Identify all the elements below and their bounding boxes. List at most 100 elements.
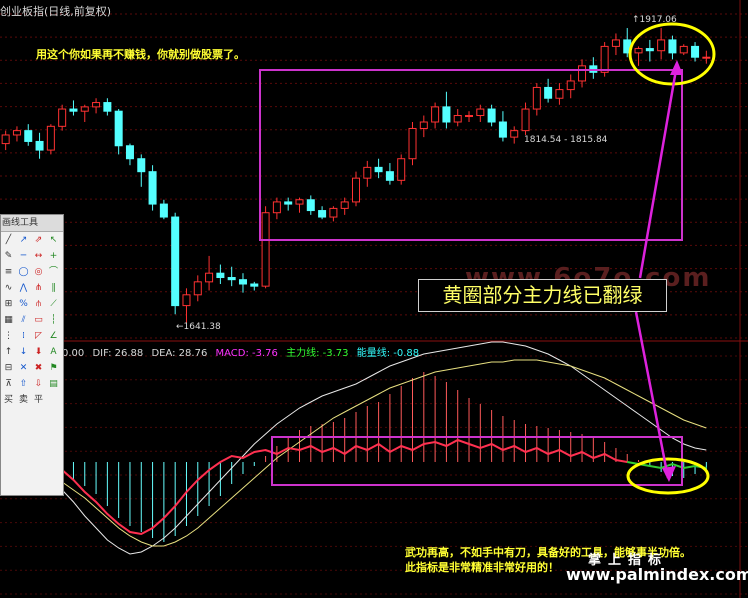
candle-down [103, 102, 112, 112]
candle-up [340, 201, 349, 209]
candle-up [351, 177, 361, 203]
fork-tool-icon[interactable]: ⋔ [31, 280, 46, 296]
toolbox-footer: 买 卖 平 [1, 392, 63, 408]
candle-up [453, 115, 462, 123]
cycle-tool-icon[interactable]: ⋮ [1, 328, 16, 344]
flag-tool-icon[interactable]: ⚑ [46, 360, 61, 376]
sell-mark-tool-icon[interactable]: ⇩ [31, 376, 46, 392]
up-mark-tool-icon[interactable]: ⊼ [1, 376, 16, 392]
buy-mark-tool-icon[interactable]: ⇧ [16, 376, 31, 392]
arc-tool-icon[interactable]: ⌒ [46, 264, 61, 280]
candle-up [80, 106, 89, 112]
wave-tool-icon[interactable]: ∿ [1, 280, 16, 296]
delete-tool-icon[interactable]: ✖ [31, 360, 46, 376]
candle-down [374, 166, 383, 173]
clear-tool-icon[interactable]: ✕ [16, 360, 31, 376]
candle-up [679, 45, 688, 54]
flat-label[interactable]: 平 [31, 392, 46, 408]
table-tool-icon[interactable]: ⊟ [1, 360, 16, 376]
candle-up [419, 121, 428, 129]
candle-up [261, 212, 270, 287]
range-label: 1814.54 - 1815.84 [524, 135, 608, 145]
candle-down [159, 203, 168, 218]
candle-up [465, 115, 474, 118]
candle-down [544, 86, 553, 99]
candle-down [498, 121, 507, 138]
high-price-value: 1917.06 [639, 15, 677, 25]
circle-tool-icon[interactable]: ◯ [16, 264, 31, 280]
line-tool-icon[interactable]: ╱ [1, 232, 16, 248]
drawing-toolbox: 画线工具 ╱ ↗ ⇗ ↖ ✎ ─ ↔ + ≡ ◯ ◎ ⌒ ∿ ⋀ ⋔ ∥ ⊞% ⫛ ⟋ ▦ ⫽ ▭ ┆ ⋮ ⁞ ◸ ∠ ↑ ↓ ⬇ A ⊟ ✕ ✖… [0, 214, 64, 496]
candle-down [125, 145, 134, 160]
candle-up [408, 127, 417, 160]
note-mark-tool-icon[interactable]: ▤ [46, 376, 61, 392]
period-tool-icon[interactable]: ┆ [46, 312, 61, 328]
candle-down [442, 106, 451, 123]
high-price-label: ↑1917.06 [632, 15, 677, 25]
dense-cycle-tool-icon[interactable]: ⁞ [16, 328, 31, 344]
segment-tool-icon[interactable]: ↔ [31, 248, 46, 264]
fibonacci-tool-icon[interactable]: ≡ [1, 264, 16, 280]
arrow-down-head [662, 466, 676, 482]
candle-down [250, 283, 259, 287]
candle-down [227, 277, 236, 281]
ratio-tool-icon[interactable]: % [16, 296, 31, 312]
ray-tool-icon[interactable]: ↗ [16, 232, 31, 248]
fill-arrow-tool-icon[interactable]: ⬇ [31, 344, 46, 360]
candle-up [431, 106, 440, 123]
brand-url: www.palmindex.com [566, 565, 748, 584]
dea-label: DEA: 28.76 [151, 348, 208, 359]
ellipse-tool-icon[interactable]: ◎ [31, 264, 46, 280]
candle-up [634, 48, 643, 54]
candle-down [216, 272, 225, 279]
channel-tool-icon[interactable]: ∥ [46, 280, 61, 296]
stock-chart-window: 创业板指(日线,前复权) 用这个你如果再不赚钱，你就别做股票了。 www.6o7… [0, 0, 748, 598]
candle-down [306, 199, 315, 212]
candle-up [46, 125, 55, 151]
candle-down [668, 39, 677, 54]
zigzag-tool-icon[interactable]: ⋀ [16, 280, 31, 296]
candle-down [69, 108, 78, 112]
gann-tool-icon[interactable]: ⊞ [1, 296, 16, 312]
candle-down [114, 110, 123, 147]
fan-tool-icon[interactable]: ◸ [31, 328, 46, 344]
candle-up [295, 199, 304, 205]
annotation-layer [259, 22, 716, 495]
text-tool-icon[interactable]: A [46, 344, 61, 360]
arrow-down-line [634, 311, 670, 479]
candle-down [318, 210, 327, 218]
horizontal-line-tool-icon[interactable]: ─ [16, 248, 31, 264]
arrow-line-tool-icon[interactable]: ⇗ [31, 232, 46, 248]
pen-tool-icon[interactable]: ✎ [1, 248, 16, 264]
candle-up [12, 130, 21, 136]
speed-line-tool-icon[interactable]: ⟋ [46, 296, 61, 312]
candle-down [284, 201, 293, 205]
down-arrow-tool-icon[interactable]: ↓ [16, 344, 31, 360]
candle-down [385, 171, 394, 181]
buy-label[interactable]: 买 [1, 392, 16, 408]
angle-tool-icon[interactable]: ∠ [46, 328, 61, 344]
candle-up [363, 166, 372, 179]
up-arrow-tool-icon[interactable]: ↑ [1, 344, 16, 360]
toolbox-title: 画线工具 [1, 215, 63, 232]
parallel-tool-icon[interactable]: ⫽ [16, 312, 31, 328]
cross-tool-icon[interactable]: + [46, 248, 61, 264]
candle-down [137, 158, 146, 173]
candle-up [329, 207, 338, 218]
indicator-lead: 0.00 [62, 348, 85, 359]
pitchfork-tool-icon[interactable]: ⫛ [31, 296, 46, 312]
grid-tool-icon[interactable]: ▦ [1, 312, 16, 328]
main-line-red [5, 438, 628, 536]
candle-up [566, 80, 575, 91]
arrow-tool-icon[interactable]: ↖ [46, 232, 61, 248]
candle-up [1, 134, 10, 145]
candle-up [476, 108, 485, 117]
candle-up [657, 39, 666, 52]
candle-down [691, 45, 700, 58]
arrow-up-head [670, 60, 683, 75]
sell-label[interactable]: 卖 [16, 392, 31, 408]
box-tool-icon[interactable]: ▭ [31, 312, 46, 328]
dif-label: DIF: 26.88 [92, 348, 144, 359]
energy-line-label: 能量线: -0.88 [356, 348, 420, 359]
candle-up [600, 45, 609, 73]
